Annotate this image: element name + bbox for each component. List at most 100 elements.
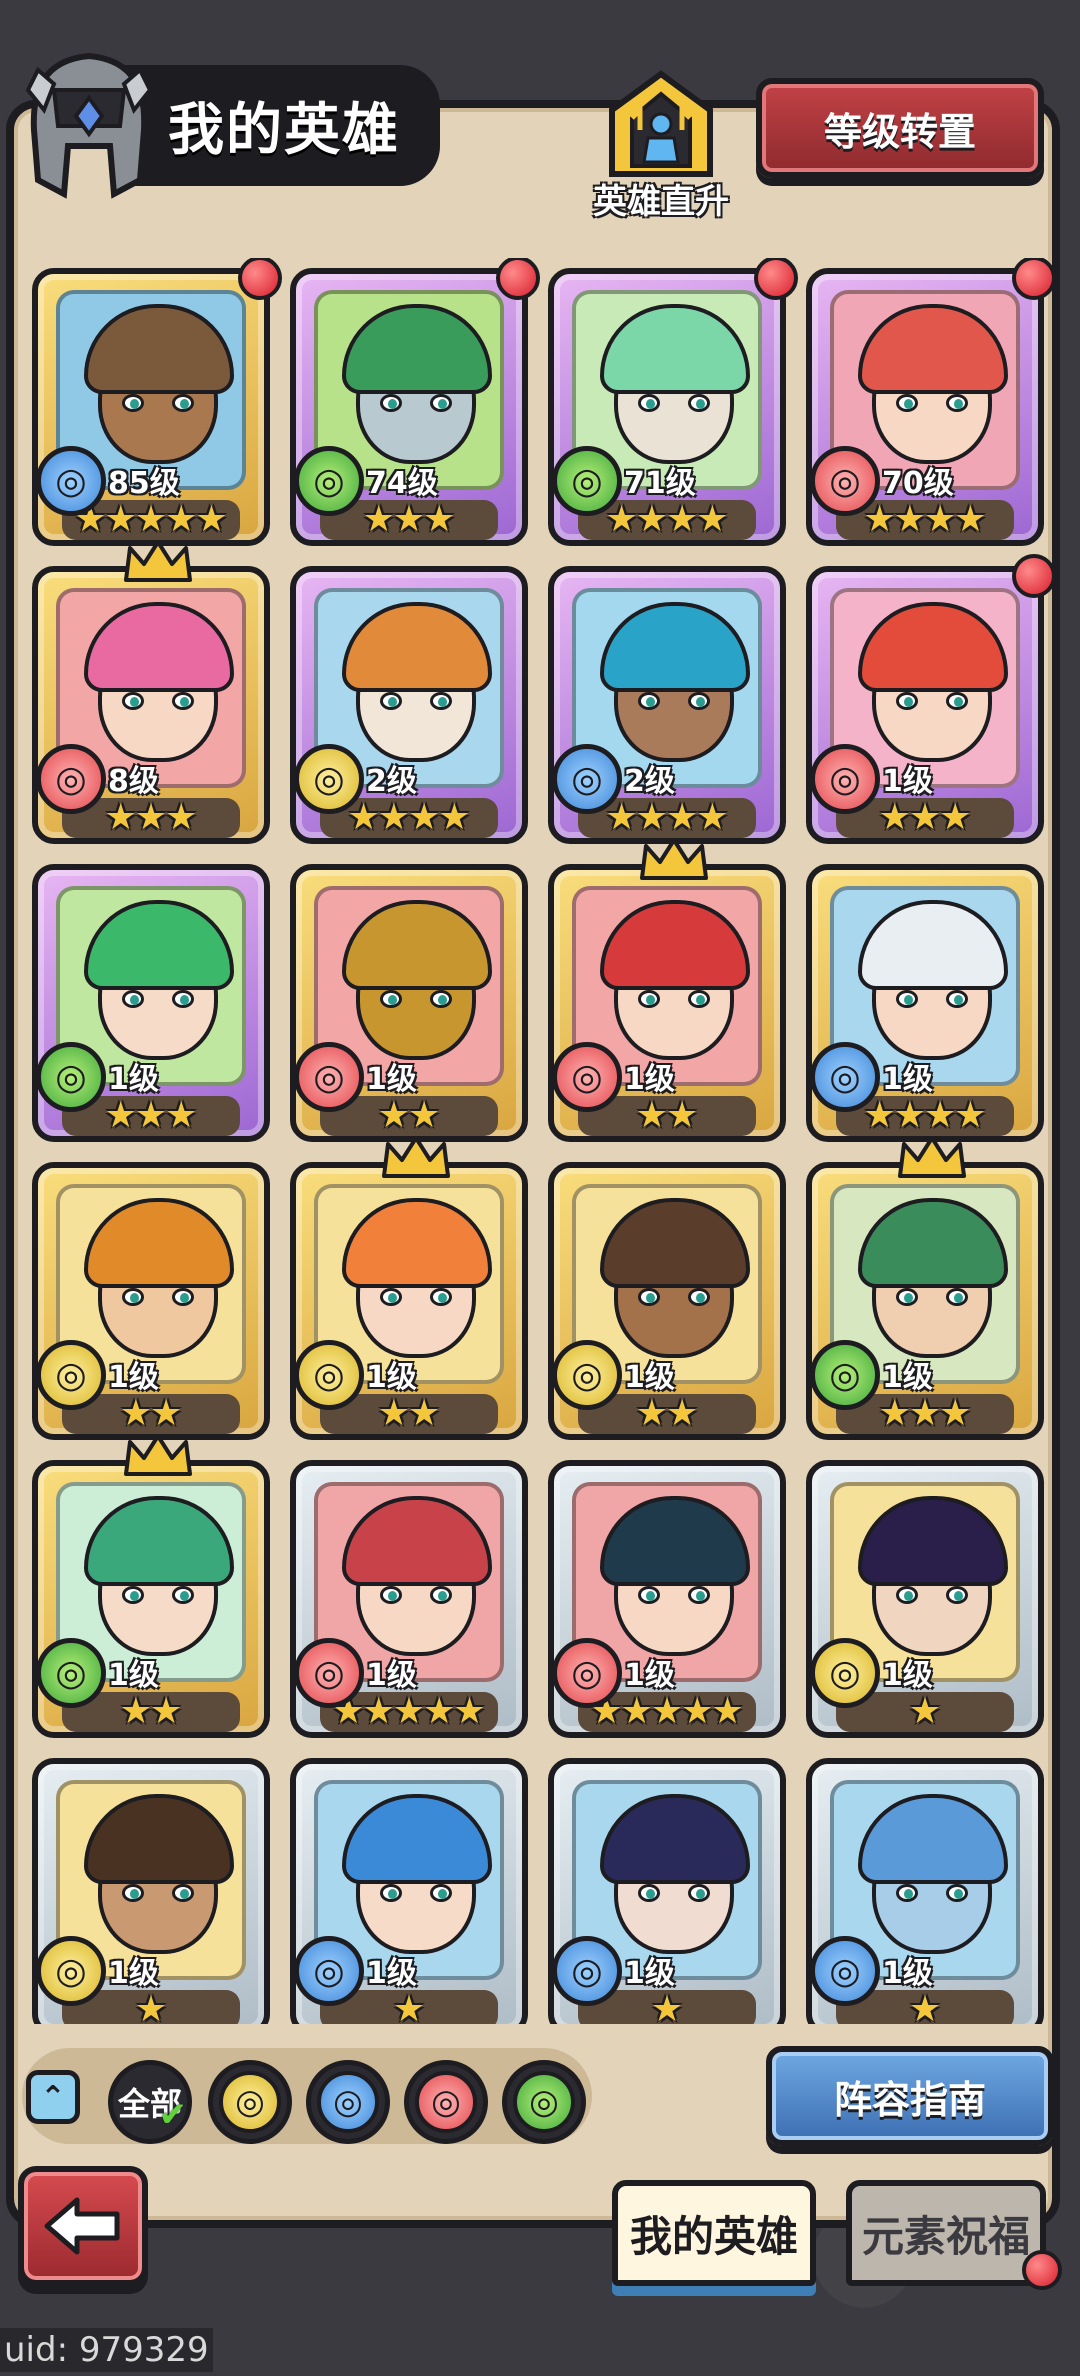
hero-level: 1级: [882, 1360, 933, 1395]
star-icon: ★: [605, 797, 638, 838]
hero-level: 1级: [882, 1956, 933, 1991]
hero-card[interactable]: ◎ 1级 ★ ★ ★ ★: [806, 864, 1044, 1142]
hero-card[interactable]: ◎ 1级 ★: [806, 1460, 1044, 1738]
hero-card[interactable]: ◎ 1级 ★ ★ ★: [806, 1136, 1044, 1440]
fire-element-icon: ◎: [415, 2071, 477, 2133]
helmet-icon: [25, 52, 153, 199]
star-icon: ★: [908, 1691, 942, 1732]
star-icon: ★: [666, 1393, 699, 1434]
hero-eye: [946, 1288, 968, 1306]
earth-element-icon: ◎: [36, 1340, 106, 1410]
hero-level: 1级: [108, 1062, 159, 1097]
hero-eye: [638, 692, 660, 710]
hero-hair: [342, 1198, 492, 1288]
hero-card[interactable]: ◎ 1级 ★ ★: [32, 1434, 270, 1738]
star-icon: ★: [666, 1095, 699, 1136]
hero-card[interactable]: ◎ 1级 ★ ★: [290, 864, 528, 1142]
star-icon: ★: [878, 797, 911, 838]
star-icon: ★: [939, 1393, 972, 1434]
hero-eye: [380, 394, 402, 412]
hero-card[interactable]: ◎ 1级 ★ ★ ★ ★ ★: [290, 1460, 528, 1738]
star-icon: ★: [104, 797, 137, 838]
filter-wood-button[interactable]: ◎: [502, 2060, 586, 2144]
filter-fire-button[interactable]: ◎: [404, 2060, 488, 2144]
star-icon: ★: [392, 1691, 426, 1732]
star-icon: ★: [711, 1691, 744, 1732]
hero-eye: [896, 1288, 918, 1306]
wood-element-icon: ◎: [36, 1638, 106, 1708]
star-icon: ★: [696, 499, 729, 540]
hero-card[interactable]: ◎ 1级 ★ ★: [32, 1162, 270, 1440]
star-icon: ★: [605, 499, 638, 540]
tab-my-heroes[interactable]: 我的英雄: [612, 2180, 816, 2286]
hero-card[interactable]: ◎ 1级 ★ ★: [290, 1136, 528, 1440]
fire-element-icon: ◎: [36, 744, 106, 814]
hero-eye: [688, 990, 710, 1008]
star-icon: ★: [119, 1691, 152, 1732]
hero-hair: [84, 602, 234, 692]
hero-card[interactable]: ◎ 70级 ★ ★ ★ ★: [806, 258, 1056, 546]
star-icon: ★: [134, 1989, 168, 2025]
hero-hair: [342, 900, 492, 990]
hero-level: 1级: [108, 1360, 159, 1395]
hero-level: 1级: [882, 1658, 933, 1693]
hero-eye: [380, 1586, 402, 1604]
hero-card[interactable]: ◎ 74级 ★ ★ ★: [290, 258, 540, 546]
hero-eye: [638, 1586, 660, 1604]
filter-water-button[interactable]: ◎: [306, 2060, 390, 2144]
tab-element-blessing[interactable]: 元素祝福: [846, 2180, 1046, 2286]
hero-card[interactable]: ◎ 1级 ★: [32, 1758, 270, 2024]
hero-direct-upgrade-button[interactable]: 英雄直升: [586, 70, 736, 222]
hero-level: 1级: [624, 1956, 675, 1991]
hero-eye: [896, 990, 918, 1008]
hero-card[interactable]: ◎ 1级 ★: [290, 1758, 528, 2024]
team-guide-button[interactable]: 阵容指南: [766, 2046, 1054, 2146]
hero-card[interactable]: ◎ 1级 ★: [548, 1758, 786, 2024]
star-icon: ★: [954, 499, 987, 540]
level-transfer-button[interactable]: 等级转置: [756, 78, 1044, 178]
hero-eye: [896, 692, 918, 710]
star-icon: ★: [392, 1989, 426, 2025]
hero-hair: [600, 602, 750, 692]
hero-level: 1级: [366, 1360, 417, 1395]
earth-element-icon: ◎: [36, 1936, 106, 2006]
chevron-up-icon: ⌃: [40, 2079, 66, 2115]
hero-eye: [122, 692, 144, 710]
hero-eye: [430, 692, 452, 710]
hero-card[interactable]: ◎ 1级 ★: [806, 1758, 1044, 2024]
star-icon: ★: [377, 1095, 410, 1136]
hero-level: 1级: [624, 1360, 675, 1395]
hero-card[interactable]: ◎ 1级 ★ ★ ★ ★ ★: [548, 1460, 786, 1738]
star-icon: ★: [119, 1393, 152, 1434]
star-icon: ★: [392, 499, 426, 540]
hero-level: 1级: [108, 1956, 159, 1991]
hero-eye: [172, 692, 194, 710]
back-button[interactable]: [18, 2166, 148, 2286]
filter-earth-button[interactable]: ◎: [208, 2060, 292, 2144]
earth-element-icon: ◎: [219, 2071, 281, 2133]
hero-card[interactable]: ◎ 1级 ★ ★ ★: [806, 554, 1056, 844]
hero-level: 1级: [624, 1062, 675, 1097]
collapse-filter-button[interactable]: ⌃: [26, 2070, 80, 2124]
hero-card[interactable]: ◎ 1级 ★ ★: [548, 838, 786, 1142]
star-icon: ★: [635, 1393, 668, 1434]
hero-card[interactable]: ◎ 1级 ★ ★ ★: [32, 864, 270, 1142]
star-icon: ★: [696, 797, 729, 838]
star-icon: ★: [863, 499, 896, 540]
hero-eye: [688, 394, 710, 412]
hero-hair: [600, 1496, 750, 1586]
hero-card[interactable]: ◎ 8级 ★ ★ ★: [32, 540, 270, 844]
hero-eye: [638, 1288, 660, 1306]
filter-all-button[interactable]: 全部 ✔: [108, 2060, 192, 2144]
hero-hair: [342, 1496, 492, 1586]
hero-card[interactable]: ◎ 2级 ★ ★ ★ ★: [290, 566, 528, 844]
hero-eye: [430, 1288, 452, 1306]
hero-card[interactable]: ◎ 2级 ★ ★ ★ ★: [548, 566, 786, 844]
star-icon: ★: [908, 1393, 942, 1434]
fire-element-icon: ◎: [294, 1042, 364, 1112]
hero-card[interactable]: ◎ 71级 ★ ★ ★ ★: [548, 258, 798, 546]
hero-level: 1级: [624, 1658, 675, 1693]
hero-card[interactable]: ◎ 1级 ★ ★: [548, 1162, 786, 1440]
hero-card[interactable]: ◎ 85级 ★ ★ ★ ★ ★: [32, 258, 282, 546]
hero-level: 71级: [624, 466, 696, 501]
